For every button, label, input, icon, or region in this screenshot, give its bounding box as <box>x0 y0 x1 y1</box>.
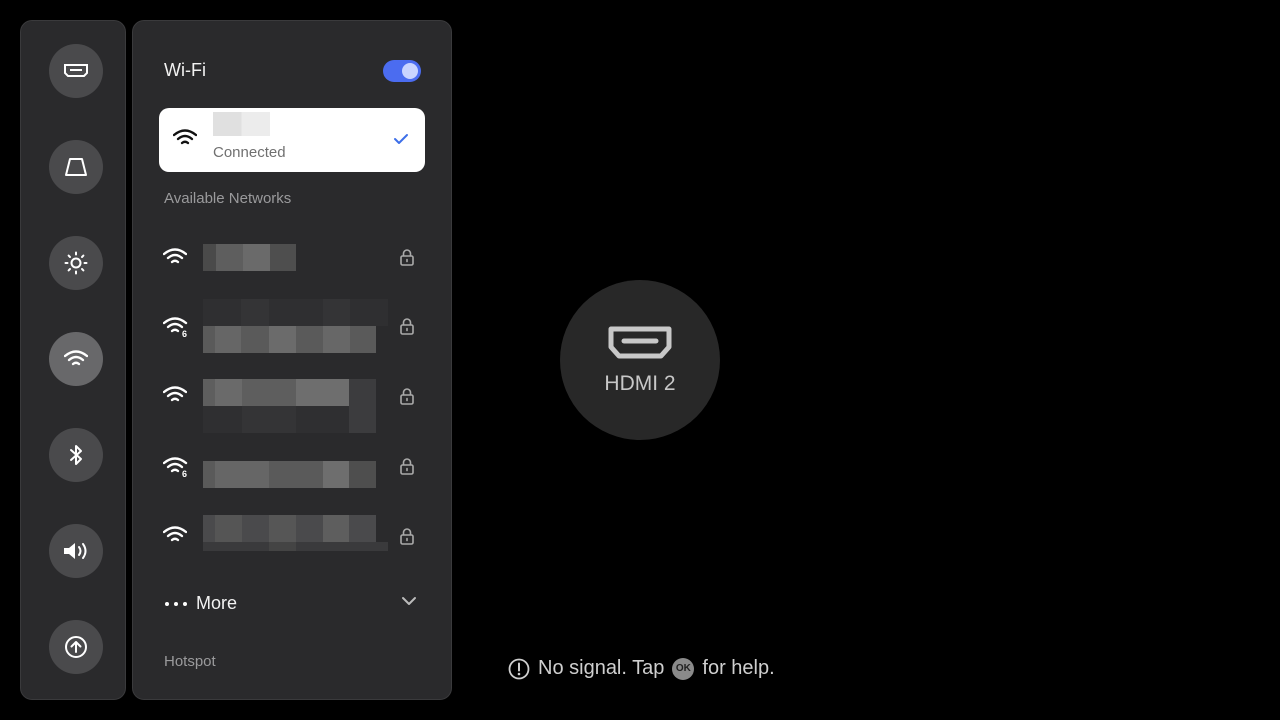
hdmi-icon <box>608 326 672 359</box>
bluetooth-icon <box>70 445 82 465</box>
network-row[interactable]: 6 <box>159 291 429 353</box>
rail-upload-button[interactable] <box>49 620 103 674</box>
source-label: HDMI 2 <box>604 372 676 395</box>
svg-text:6: 6 <box>182 469 187 478</box>
rail-keystone-button[interactable] <box>49 140 103 194</box>
network-row[interactable]: 6 <box>159 431 429 488</box>
hotspot-heading: Hotspot <box>164 653 216 670</box>
rail-brightness-button[interactable] <box>49 236 103 290</box>
network-row[interactable] <box>159 501 429 557</box>
keystone-icon <box>65 158 87 176</box>
connection-status: Connected <box>213 144 286 161</box>
check-icon <box>394 134 408 144</box>
hdmi-source-icon <box>64 64 88 77</box>
more-networks-button[interactable]: More <box>159 586 429 620</box>
quick-settings-rail <box>20 20 126 700</box>
help-text-after: for help. <box>702 657 775 679</box>
source-indicator: HDMI 2 <box>560 280 720 440</box>
redacted-ssid <box>203 244 296 271</box>
redacted-ssid <box>203 461 376 488</box>
rail-volume-button[interactable] <box>49 524 103 578</box>
connected-network-card[interactable]: Connected <box>159 108 425 172</box>
redacted-ssid <box>203 379 376 433</box>
more-dots-icon <box>165 602 187 606</box>
no-signal-message: No signal. Tap OK for help. <box>508 657 775 680</box>
wifi-6-icon: 6 <box>163 457 188 478</box>
rail-bluetooth-button[interactable] <box>49 428 103 482</box>
available-networks-heading: Available Networks <box>164 190 292 207</box>
help-text-before: No signal. Tap <box>538 657 665 679</box>
network-row[interactable] <box>159 229 429 285</box>
more-label: More <box>196 593 238 613</box>
lock-icon <box>400 528 414 545</box>
wifi-icon <box>64 350 88 366</box>
toggle-knob <box>402 63 418 79</box>
lock-icon <box>400 388 414 405</box>
alert-icon <box>508 658 530 679</box>
svg-text:6: 6 <box>182 329 187 338</box>
rail-wifi-button[interactable] <box>49 332 103 386</box>
wifi-toggle[interactable] <box>383 60 421 82</box>
redacted-ssid <box>203 515 388 551</box>
volume-icon <box>64 543 87 559</box>
wifi-icon <box>163 248 187 264</box>
wifi-title: Wi-Fi <box>164 60 206 80</box>
lock-icon <box>400 458 414 475</box>
wifi-icon <box>163 526 187 542</box>
ok-key-icon: OK <box>672 657 695 680</box>
wifi-icon <box>163 386 187 402</box>
redacted-ssid <box>213 112 270 136</box>
lock-icon <box>400 318 414 335</box>
brightness-icon <box>64 251 88 275</box>
wifi-icon <box>173 129 197 145</box>
chevron-down-icon <box>402 597 416 605</box>
wifi-panel: Wi-Fi Connected Available Networks 6 6 M… <box>132 20 452 700</box>
wifi-6-icon: 6 <box>163 317 188 338</box>
network-row[interactable] <box>159 361 429 433</box>
lock-icon <box>400 249 414 266</box>
upload-icon <box>65 636 87 658</box>
redacted-ssid <box>203 299 388 353</box>
rail-input-source-button[interactable] <box>49 44 103 98</box>
